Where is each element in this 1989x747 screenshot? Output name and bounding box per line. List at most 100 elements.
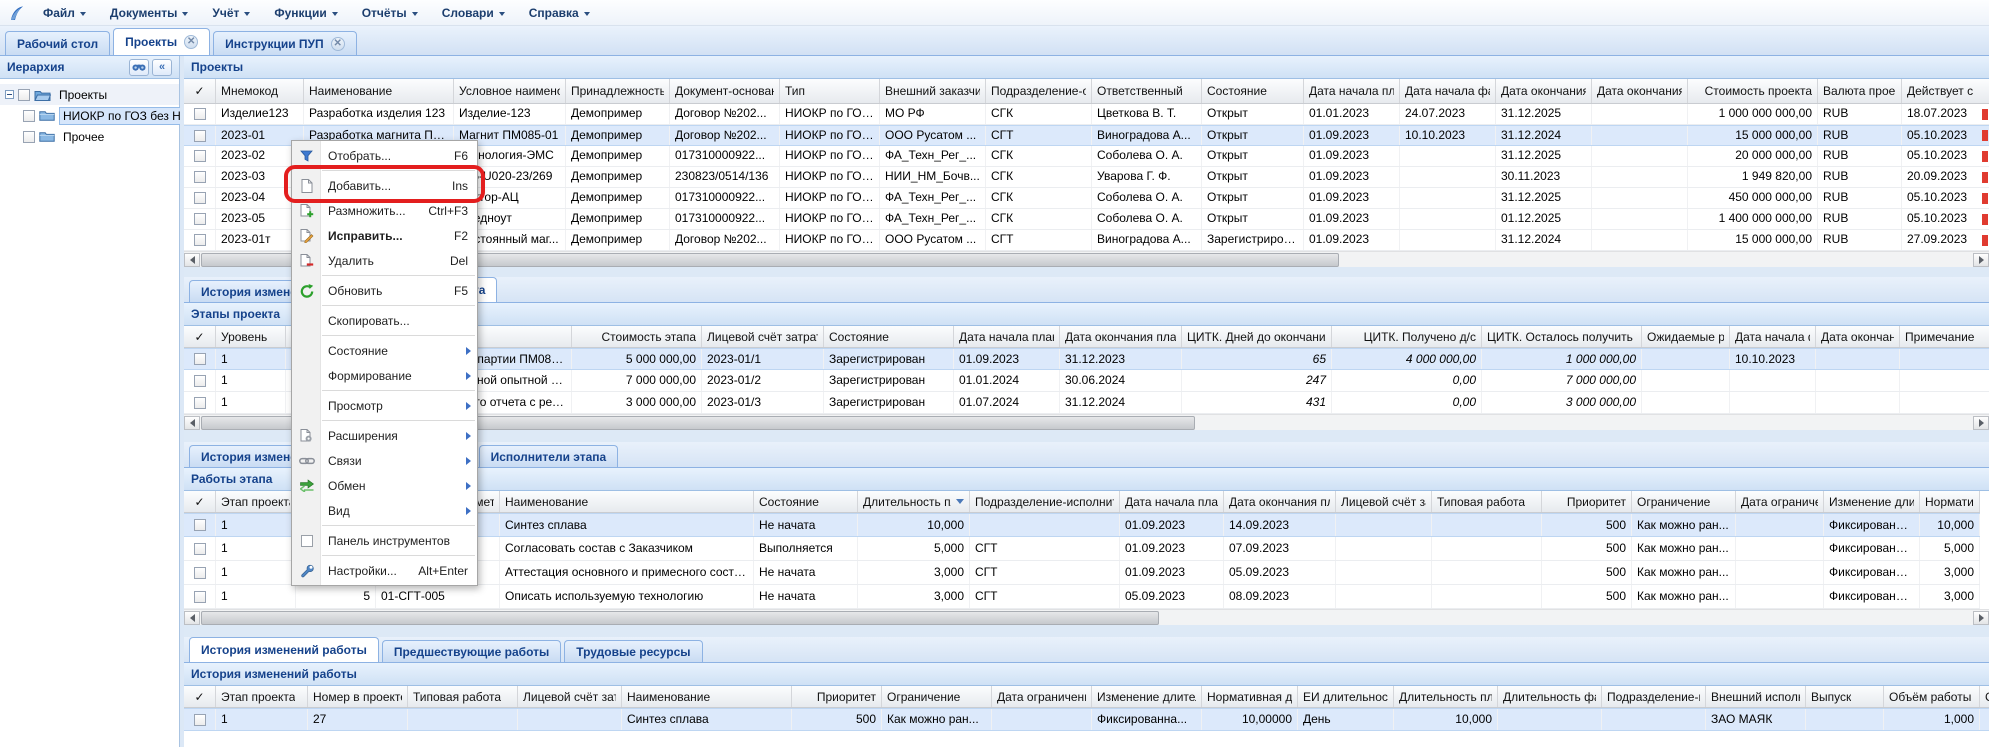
column-header[interactable]: Длительность план: [858, 491, 970, 512]
scroll-left-button[interactable]: [184, 416, 200, 430]
row-checkbox[interactable]: [194, 130, 206, 142]
tab-рабочий-стол[interactable]: Рабочий стол: [5, 31, 110, 55]
column-header[interactable]: Дата начала план.: [1120, 491, 1224, 512]
column-header[interactable]: Дата ограничения: [992, 686, 1092, 707]
column-header[interactable]: ✓: [184, 79, 216, 103]
menu-item-delete[interactable]: УдалитьDel: [292, 248, 477, 273]
row-checkbox[interactable]: [194, 192, 206, 204]
column-header[interactable]: Приоритет: [792, 686, 882, 707]
column-header[interactable]: Изменение длител: [1092, 686, 1202, 707]
column-header[interactable]: Наименование: [304, 79, 454, 103]
column-header[interactable]: Внешний заказчик: [880, 79, 986, 103]
column-header[interactable]: Лицевой счёт затрат.: [702, 326, 824, 347]
column-header[interactable]: ✓: [184, 326, 216, 347]
column-header[interactable]: Нормативная длит: [1202, 686, 1298, 707]
column-header[interactable]: Типовая работа: [408, 686, 518, 707]
column-header[interactable]: Этап проекта: [216, 491, 296, 512]
row-checkbox[interactable]: [194, 397, 206, 409]
tree-checkbox[interactable]: [18, 89, 30, 101]
column-header[interactable]: Состояние: [754, 491, 858, 512]
tree-checkbox[interactable]: [23, 110, 35, 122]
column-header[interactable]: Стоимость: [1980, 686, 1989, 707]
menu-item-extensions[interactable]: Расширения: [292, 423, 477, 448]
column-header[interactable]: Примечание: [1900, 326, 1989, 347]
menu-item-view[interactable]: Просмотр: [292, 393, 477, 418]
menu-item-exchange[interactable]: Обмен: [292, 473, 477, 498]
row-checkbox[interactable]: [194, 171, 206, 183]
column-header[interactable]: Подразделение-исполнитель..: [970, 491, 1120, 512]
row-checkbox[interactable]: [194, 519, 206, 531]
toolbar-panel-checkbox[interactable]: [301, 535, 313, 547]
column-header[interactable]: Условное наименование: [454, 79, 566, 103]
tab-история-изменений-работы[interactable]: История изменений работы: [189, 637, 379, 662]
column-header[interactable]: Дата начала факт.: [1400, 79, 1496, 103]
menu-item-toolbar-panel[interactable]: Панель инструментов: [292, 528, 477, 553]
column-header[interactable]: Лицевой счёт затр: [1336, 491, 1432, 512]
column-header[interactable]: Документ-основание: [670, 79, 780, 103]
column-header[interactable]: Этап проекта: [216, 686, 308, 707]
column-header[interactable]: Тип: [780, 79, 880, 103]
column-header[interactable]: Действует с: [1902, 79, 1989, 103]
column-header[interactable]: Приоритет: [1542, 491, 1632, 512]
column-header[interactable]: Наименование: [622, 686, 792, 707]
column-header[interactable]: ЦИТК. Дней до окончания: [1182, 326, 1332, 347]
scroll-right-button[interactable]: [1973, 253, 1989, 267]
menu-item-add[interactable]: Добавить...Ins: [292, 173, 477, 198]
row-checkbox[interactable]: [194, 543, 206, 555]
row-checkbox[interactable]: [194, 108, 206, 120]
tree-item[interactable]: Прочее: [0, 126, 179, 147]
menu-checkbox[interactable]: [292, 535, 321, 547]
column-header[interactable]: Изменение длител: [1824, 491, 1920, 512]
tab-close-icon[interactable]: ✕: [184, 35, 198, 49]
column-header[interactable]: Дата начала факт.: [1730, 326, 1816, 347]
column-header[interactable]: Наименование: [500, 491, 754, 512]
find-button[interactable]: [129, 59, 149, 76]
column-header[interactable]: Ожидаемые результаты: [1642, 326, 1730, 347]
column-header[interactable]: Дата окончания план: [1060, 326, 1182, 347]
column-header[interactable]: Внешний исполни: [1706, 686, 1806, 707]
column-header[interactable]: Валюта проекта: [1818, 79, 1902, 103]
column-header[interactable]: ЕИ длительности: [1298, 686, 1394, 707]
row-checkbox[interactable]: [194, 567, 206, 579]
menubar-item-4[interactable]: Функции: [263, 3, 348, 23]
horizontal-splitter[interactable]: [184, 625, 1989, 637]
column-header[interactable]: Принадлежность: [566, 79, 670, 103]
menu-item-links[interactable]: Связи: [292, 448, 477, 473]
row-checkbox[interactable]: [194, 150, 206, 162]
column-header[interactable]: Номер в проекте: [308, 686, 408, 707]
column-header[interactable]: Дата ограничения: [1736, 491, 1824, 512]
collapse-panel-button[interactable]: «: [152, 59, 172, 76]
column-header[interactable]: Дата начала план: [954, 326, 1060, 347]
column-header[interactable]: Дата окончания ф: [1592, 79, 1688, 103]
column-header[interactable]: Подразделение-от: [986, 79, 1092, 103]
column-header[interactable]: Ограничение: [1632, 491, 1736, 512]
menu-item-formation[interactable]: Формирование: [292, 363, 477, 388]
tab-трудовые-ресурсы[interactable]: Трудовые ресурсы: [564, 640, 702, 662]
row-checkbox[interactable]: [194, 234, 206, 246]
tab-инструкции-пуп[interactable]: Инструкции ПУП✕: [213, 31, 356, 55]
column-header[interactable]: Выпуск: [1806, 686, 1884, 707]
tree-checkbox[interactable]: [23, 131, 35, 143]
menubar-item-2[interactable]: Документы: [99, 3, 199, 23]
column-header[interactable]: ЦИТК. Осталось получить д/с: [1482, 326, 1642, 347]
menu-item-layout[interactable]: Вид: [292, 498, 477, 523]
column-header[interactable]: Лицевой счёт затр: [518, 686, 622, 707]
column-header[interactable]: ✓: [184, 686, 216, 707]
scroll-left-button[interactable]: [184, 253, 200, 267]
column-header[interactable]: Дата окончания ф: [1816, 326, 1900, 347]
tab-исполнители-этапа[interactable]: Исполнители этапа: [479, 445, 619, 467]
menu-item-refresh[interactable]: ОбновитьF5: [292, 278, 477, 303]
tree-expander-icon[interactable]: [5, 90, 14, 99]
row-checkbox[interactable]: [194, 714, 206, 726]
menu-item-settings[interactable]: Настройки...Alt+Enter: [292, 558, 477, 583]
column-header[interactable]: Стоимость этапа: [572, 326, 702, 347]
column-header[interactable]: Уровень: [216, 326, 286, 347]
menubar-item-6[interactable]: Словари: [431, 3, 516, 23]
column-header[interactable]: Ответственный: [1092, 79, 1202, 103]
column-header[interactable]: Длительность пла: [1394, 686, 1498, 707]
menubar-item-1[interactable]: Файл: [32, 3, 97, 23]
menu-item-filter[interactable]: Отобрать...F6: [292, 143, 477, 168]
column-header[interactable]: Дата начала план.: [1304, 79, 1400, 103]
column-header[interactable]: Нормативная длит: [1920, 491, 1980, 512]
column-header[interactable]: Мнемокод: [216, 79, 304, 103]
